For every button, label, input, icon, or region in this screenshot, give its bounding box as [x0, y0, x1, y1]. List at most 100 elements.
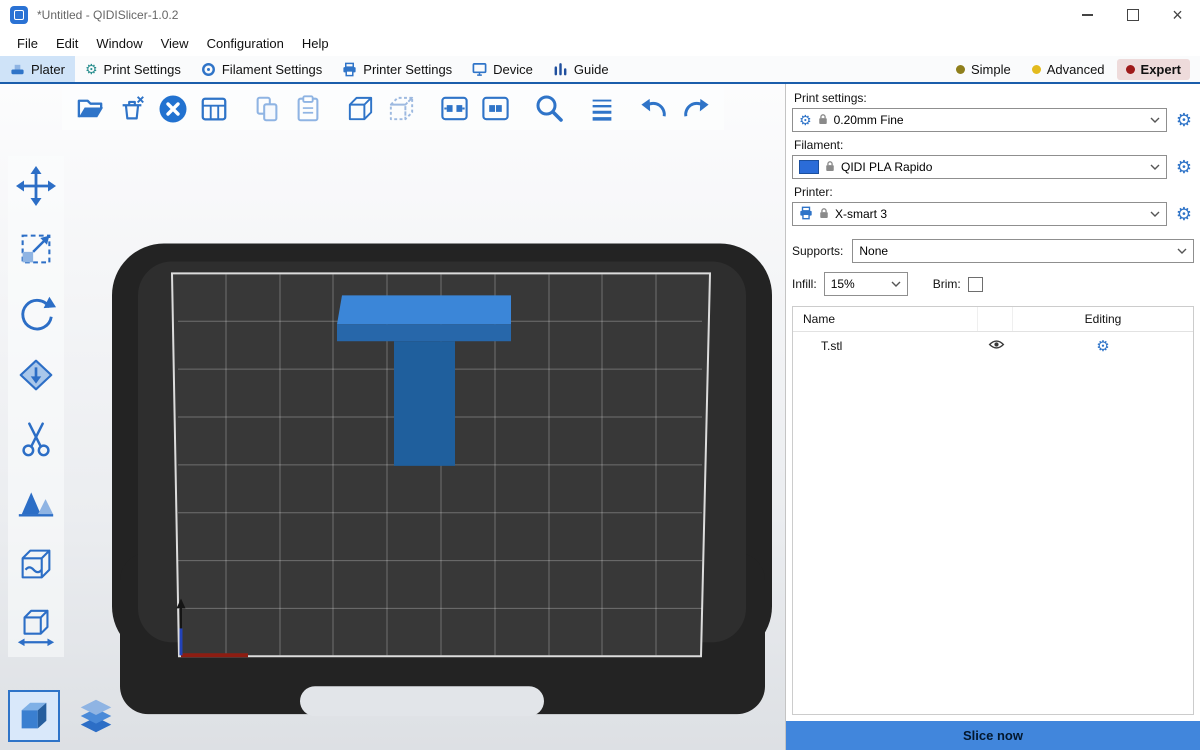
column-header-name[interactable]: Name — [793, 307, 977, 331]
filament-gear-button[interactable] — [1174, 156, 1194, 178]
supports-combo[interactable]: None — [852, 239, 1194, 263]
tabbar: Plater Print Settings Filament Settings … — [0, 56, 1200, 84]
split-to-parts-button[interactable] — [479, 92, 512, 125]
object-name[interactable]: T.stl — [793, 332, 979, 360]
tab-device[interactable]: Device — [462, 56, 543, 82]
mode-expert[interactable]: Expert — [1117, 59, 1190, 80]
menubar: File Edit Window View Configuration Help — [0, 30, 1200, 56]
printer-value: X-smart 3 — [835, 207, 887, 221]
menu-edit[interactable]: Edit — [47, 36, 87, 51]
open-project-button[interactable] — [74, 92, 107, 125]
infill-value: 15% — [831, 277, 855, 291]
paste-icon — [293, 94, 323, 124]
mode-label: Simple — [971, 62, 1011, 77]
chevron-down-icon — [1146, 164, 1160, 170]
mode-advanced[interactable]: Advanced — [1023, 59, 1114, 80]
remove-instance-button[interactable] — [385, 92, 418, 125]
place-on-face-tool-button[interactable] — [12, 351, 60, 399]
slice-now-button[interactable]: Slice now — [786, 721, 1200, 750]
tab-label: Guide — [574, 62, 609, 77]
seam-painting-tool-button[interactable] — [12, 540, 60, 588]
add-instance-button[interactable] — [344, 92, 377, 125]
paint-supports-icon — [15, 480, 57, 522]
mode-label: Advanced — [1047, 62, 1105, 77]
brim-label: Brim: — [933, 277, 961, 291]
place-on-face-icon — [15, 354, 57, 396]
tab-printer-settings[interactable]: Printer Settings — [332, 56, 462, 82]
filament-row: QIDI PLA Rapido — [792, 155, 1194, 179]
print-settings-gear-button[interactable] — [1174, 109, 1194, 131]
menu-view[interactable]: View — [152, 36, 198, 51]
minimize-button[interactable] — [1065, 0, 1110, 30]
rotate-tool-button[interactable] — [12, 288, 60, 336]
arrange-button[interactable] — [197, 92, 230, 125]
redo-button[interactable] — [679, 92, 712, 125]
infill-combo[interactable]: 15% — [824, 272, 908, 296]
paste-button[interactable] — [291, 92, 324, 125]
split-to-parts-icon — [480, 93, 511, 124]
mode-switcher: Simple Advanced Expert — [947, 56, 1200, 82]
scene-3d — [0, 84, 785, 750]
menu-file[interactable]: File — [8, 36, 47, 51]
printer-label: Printer: — [794, 185, 1192, 199]
main-area: Print settings: 0.20mm Fine Filament: QI… — [0, 84, 1200, 750]
copy-button[interactable] — [250, 92, 283, 125]
menu-window[interactable]: Window — [87, 36, 151, 51]
move-tool-button[interactable] — [12, 162, 60, 210]
undo-button[interactable] — [638, 92, 671, 125]
titlebar: *Untitled - QIDISlicer-1.0.2 — [0, 0, 1200, 30]
tab-plater[interactable]: Plater — [0, 56, 75, 82]
advanced-mode-dot-icon — [1032, 65, 1041, 74]
close-button[interactable] — [1155, 0, 1200, 30]
tab-guide[interactable]: Guide — [543, 56, 619, 82]
split-to-objects-button[interactable] — [438, 92, 471, 125]
tab-print-settings[interactable]: Print Settings — [75, 56, 191, 82]
menu-help[interactable]: Help — [293, 36, 338, 51]
print-settings-combo[interactable]: 0.20mm Fine — [792, 108, 1167, 132]
plater-icon — [10, 62, 25, 77]
open-folder-icon — [75, 93, 106, 124]
supports-value: None — [859, 244, 888, 258]
lock-icon — [818, 113, 828, 128]
delete-button[interactable] — [115, 92, 148, 125]
maximize-button[interactable] — [1110, 0, 1155, 30]
tab-label: Device — [493, 62, 533, 77]
infill-row: Infill: 15% Brim: — [792, 272, 1194, 296]
chevron-down-icon — [1146, 117, 1160, 123]
print-profile-gear-icon — [799, 113, 812, 127]
search-button[interactable] — [532, 92, 565, 125]
scale-icon — [15, 228, 57, 270]
object-editing-icon[interactable] — [1096, 339, 1109, 354]
layers-preview-icon — [75, 695, 117, 737]
brim-checkbox[interactable] — [968, 277, 983, 292]
cut-tool-button[interactable] — [12, 414, 60, 462]
guide-icon — [553, 62, 568, 77]
printer-gear-button[interactable] — [1174, 203, 1194, 225]
preview-view-button[interactable] — [70, 690, 122, 742]
filament-combo[interactable]: QIDI PLA Rapido — [792, 155, 1167, 179]
tab-filament-settings[interactable]: Filament Settings — [191, 56, 332, 82]
3d-editor-view-button[interactable] — [8, 690, 60, 742]
delete-all-button[interactable] — [156, 92, 189, 125]
3d-viewport[interactable] — [0, 84, 785, 750]
scale-tool-button[interactable] — [12, 225, 60, 273]
undo-icon — [639, 93, 670, 124]
printer-combo[interactable]: X-smart 3 — [792, 202, 1167, 226]
menu-configuration[interactable]: Configuration — [198, 36, 293, 51]
infill-label: Infill: — [792, 277, 817, 291]
chevron-down-icon — [1146, 211, 1160, 217]
measure-tool-button[interactable] — [12, 603, 60, 651]
object-row[interactable]: T.stl — [793, 332, 1193, 360]
measure-icon — [15, 606, 57, 648]
simple-mode-dot-icon — [956, 65, 965, 74]
lock-icon — [825, 160, 835, 175]
variable-layer-height-button[interactable] — [585, 92, 618, 125]
add-instance-cube-icon — [345, 93, 376, 124]
rotate-icon — [15, 291, 57, 333]
eye-icon[interactable] — [988, 339, 1005, 353]
paint-supports-tool-button[interactable] — [12, 477, 60, 525]
mode-simple[interactable]: Simple — [947, 59, 1020, 80]
object-list-header: Name Editing — [793, 307, 1193, 332]
search-icon — [533, 93, 565, 125]
app-logo-icon — [10, 6, 28, 24]
